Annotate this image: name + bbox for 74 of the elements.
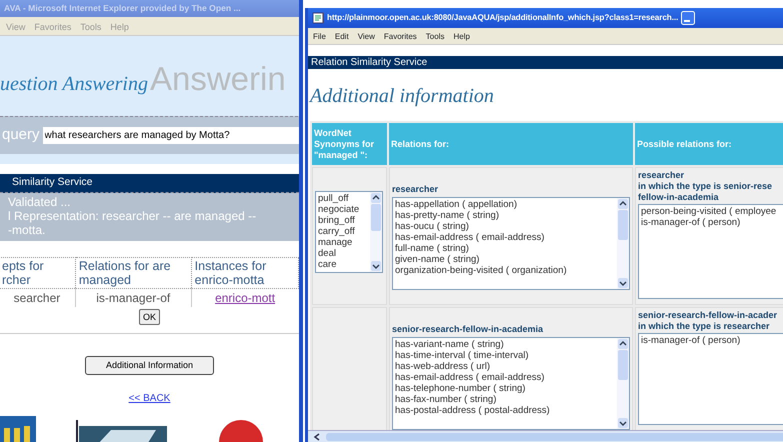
list-item[interactable]: deal [318,248,368,259]
column-header: epts for rcher [2,258,45,287]
list-item[interactable]: organization-being-visited ( organization) [395,265,615,276]
banner-title: uestion Answering [0,72,148,97]
relations-listbox[interactable] [392,337,630,430]
possible-relations-listbox[interactable]: is-manager-of ( person) [638,333,783,425]
scrollbar[interactable] [617,198,629,289]
list-item[interactable]: has-variant-name ( string) [395,339,615,350]
list-item[interactable]: bring_off [318,215,368,226]
status-text: -motta. [8,222,46,237]
logo-icon [0,416,36,442]
list-item[interactable]: has-web-address ( url) [395,361,615,372]
section-label: researcher [638,170,686,181]
menu-item[interactable]: Edit [334,31,349,41]
list-item[interactable]: has-email-address ( email-address) [395,232,615,243]
additional-information-button[interactable]: Additional Information [84,356,214,376]
list-item[interactable]: is-manager-of ( person) [641,217,783,228]
query-field[interactable]: what researchers are managed by Motta? [42,127,299,144]
column-header: Possible relations for: [637,138,732,148]
list-item[interactable]: is-manager-of ( person) [641,335,783,346]
window-title: http://plainmoor.open.ac.uk:8080/JavaAQUA/jsp/additionalInfo_which.jsp?class1=research... [327,12,678,24]
list-item[interactable]: has-oucu ( string) [395,221,615,232]
menu-item[interactable]: File [313,31,326,41]
scrollbar[interactable] [370,192,382,272]
ok-button[interactable]: OK [138,308,160,325]
list-item[interactable]: has-appellation ( appellation) [395,199,615,210]
possible-relations-listbox[interactable]: person-being-visited ( employee is-manager-of ( person) [638,204,783,299]
list-item[interactable]: care [318,259,368,270]
list-item[interactable]: has-telephone-number ( string) [395,383,615,394]
menu-item[interactable]: Favorites [384,31,417,41]
column-header: Instances for enrico-motta [194,258,268,287]
column-header: WordNet Synonyms for "managed ": [314,128,374,160]
horizontal-scrollbar[interactable] [308,430,783,442]
section-label: in which the type is senior-rese [638,181,774,192]
status-text: l Representation: researcher -- are managed -- [8,208,258,223]
menu-item[interactable]: View [358,31,375,41]
section-label: in which the type is researcher [638,321,771,332]
page-heading: Additional information [310,84,495,109]
section-label: researcher [392,184,440,195]
column-header: Relations for are managed [78,258,172,287]
list-item[interactable]: given-name ( string) [395,254,615,265]
minimize-icon[interactable] [681,11,696,25]
list-item[interactable]: carry_off [318,226,368,237]
scroll-left-icon[interactable] [312,432,322,442]
column-header: Relations for: [391,138,450,148]
service-bar: Similarity Service [0,174,299,193]
query-label: query [2,125,40,146]
service-bar: Relation Similarity Service [308,56,783,69]
window-title: AVA - Microsoft Internet Explorer provided by The Open ... [4,2,241,15]
table-cell: is-manager-of [96,290,170,305]
list-item[interactable]: negociate [318,204,368,215]
page-icon [312,12,324,24]
list-item[interactable]: person-being-visited ( employee [641,206,783,217]
list-item[interactable]: has-pretty-name ( string) [395,210,615,221]
table-cell: searcher [14,290,60,305]
list-item[interactable]: has-fax-number ( string) [395,394,615,405]
back-link[interactable]: << BACK [128,391,170,406]
list-item[interactable]: has-postal-address ( postal-address) [395,405,615,416]
banner-text: Answerin [150,62,286,95]
list-item[interactable]: pull_off [318,193,368,204]
list-item[interactable]: full-name ( string) [395,243,615,254]
list-item[interactable]: has-email-address ( email-address) [395,372,615,383]
section-label: senior-research-fellow-in-acader [638,310,778,321]
menu-item[interactable]: Help [453,31,470,41]
menu-item[interactable]: Tools [426,31,444,41]
section-label: fellow-in-academia [638,192,720,203]
synonyms-listbox[interactable]: pull_off negociate bring_off carry_off manage deal care [315,191,383,273]
instance-link[interactable]: enrico-mott [215,290,276,305]
section-label: senior-research-fellow-in-academia [392,324,544,335]
list-item[interactable]: has-time-interval ( time-interval) [395,350,615,361]
status-text: Validated ... [8,194,72,209]
relations-listbox[interactable]: has-appellation ( appellation) has-pretty-name ( string) has-oucu ( string) has-email-address ( email-address) full-name ( string) given-name ( string) organization-being-visited ( organization) [392,197,630,290]
scrollbar[interactable] [617,338,629,429]
list-item[interactable]: manage [318,237,368,248]
